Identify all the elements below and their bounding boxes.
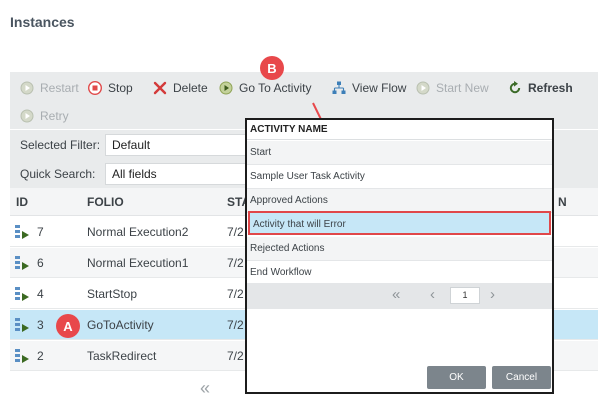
activity-list-item-highlighted[interactable]: Activity that will Error (248, 211, 551, 235)
cancel-button[interactable]: Cancel (492, 366, 551, 389)
activity-list-item[interactable]: Sample User Task Activity (247, 165, 552, 189)
activity-list-item[interactable]: Start (247, 141, 552, 165)
ok-button[interactable]: OK (427, 366, 486, 389)
activity-picker-dialog: ACTIVITY NAME Start Sample User Task Act… (245, 118, 554, 394)
first-page-button[interactable]: « (392, 286, 400, 303)
next-page-button[interactable]: › (490, 286, 495, 303)
activity-list-item[interactable]: Rejected Actions (247, 237, 552, 261)
activity-list-item[interactable]: End Workflow (247, 261, 552, 285)
dialog-footer: OK Cancel (247, 360, 552, 392)
page-number-input[interactable]: 1 (450, 287, 480, 304)
activity-pager: « ‹ 1 › (247, 283, 552, 309)
previous-page-button[interactable]: ‹ (430, 286, 435, 303)
activity-list-item[interactable]: Approved Actions (247, 189, 552, 213)
activity-name-column-header: ACTIVITY NAME (247, 120, 552, 140)
